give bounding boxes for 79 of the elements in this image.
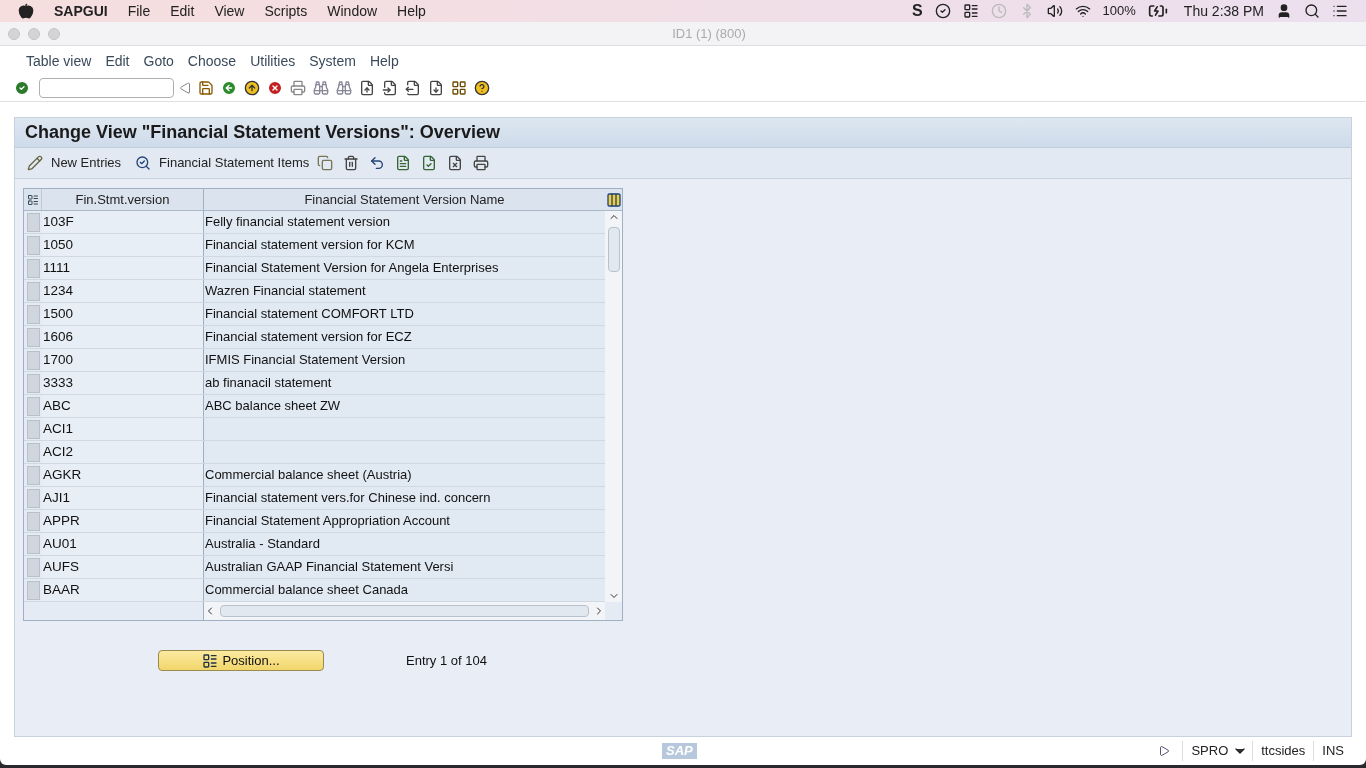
column-header[interactable]: Fin.Stmt.version [42,189,204,210]
table-cell-text: Commercial balance sheet (Austria) [205,466,412,485]
user-icon[interactable] [1276,3,1292,19]
horizontal-scrollbar[interactable] [204,602,605,620]
menu-item[interactable]: Table view [26,50,92,72]
table-cell-text: APPR [43,511,80,530]
financial-statement-items-button[interactable]: Financial Statement Items [135,153,310,173]
menu-item[interactable]: Help [369,50,399,72]
table-cell-text: Financial statement version for KCM [205,236,415,255]
menu-item[interactable]: File [127,0,151,22]
table-cell-text: Felly financial statement version [205,213,390,232]
app-name[interactable]: SAPGUI [54,0,108,22]
triangle-icon[interactable] [177,79,193,96]
apple-icon[interactable] [18,3,34,19]
table-cell-text: 103F [43,212,74,231]
check-icon[interactable] [934,3,951,19]
search-icon[interactable] [1304,3,1320,19]
new-entries-button[interactable]: New Entries [27,153,122,173]
table-cell-text: AGKR [43,465,82,484]
menu-item[interactable]: Window [327,0,378,22]
menu-item[interactable]: Scripts [264,0,308,22]
table-cell-text: Commercial balance sheet Canada [205,581,409,600]
wifi-icon[interactable] [1074,3,1091,19]
screen-title: Change View "Financial Statement Versions": Overview [25,121,500,144]
transaction-code: SPRO [1182,741,1229,761]
list-icon[interactable] [1332,3,1348,19]
table-cell-text: AJI1 [43,488,70,507]
list-icon [202,652,219,669]
table-cell-text: Financial statement vers.for Chinese ind. concern [205,489,491,508]
table-cell-text: BAAR [43,580,80,599]
table-cell-text: ABC [43,396,71,415]
volume-icon[interactable] [1046,3,1063,19]
status-expand-icon[interactable] [1158,745,1171,757]
column-settings-icon [605,191,622,208]
window-title: ID1 (1) (800) [672,24,746,43]
table-cell-text: Wazren Financial statement [205,282,366,301]
table-cell-text: AU01 [43,534,77,553]
scroll-thumb[interactable] [220,605,589,617]
table-cell-text: Financial Statement Appropriation Account [205,512,450,531]
scroll-thumb[interactable] [607,227,620,272]
menu-item[interactable]: Choose [187,50,237,72]
table-cell-text: ab finanacil statement [205,374,332,393]
table-cell-text: ABC balance sheet ZW [205,397,341,416]
table-cell-text: Australian GAAP Financial Statement Versi [205,558,454,577]
menu-bar-clock[interactable]: Thu 2:38 PM [1183,0,1264,22]
battery-percent: 100% [1102,2,1136,21]
menu-item[interactable]: System [309,50,356,72]
menu-item[interactable]: Goto [143,50,174,72]
table-cell-text: Australia - Standard [205,535,320,554]
server-name: ttcsides [1252,741,1314,761]
menu-item[interactable]: Utilities [250,50,296,72]
table-cell-text: 3333 [43,373,74,392]
insert-mode: INS [1313,741,1344,761]
table-cell-text: 1606 [43,327,74,346]
table-cell-text: Financial Statement Version for Angela Enterprises [205,259,499,278]
table-cell-text: Financial statement COMFORT LTD [205,305,414,324]
sap-logo: SAP [662,743,697,759]
menu-item[interactable]: Edit [105,50,130,72]
menu-item[interactable]: Edit [170,0,195,22]
table-cell-text: 1700 [43,350,74,369]
magnifier-icon [135,155,152,171]
table-cell-text: 1111 [43,258,71,277]
table-cell-text: 1234 [43,281,74,300]
table-cell-text: 1050 [43,235,74,254]
menu-item[interactable]: Help [397,0,426,22]
pencil-icon [27,155,43,171]
table-cell-text: 1500 [43,304,74,323]
table-cell-text: AUFS [43,557,79,576]
table-cell-text: IFMIS Financial Statement Version [205,351,406,370]
position-button[interactable]: Position... [158,650,324,671]
entry-count: Entry 1 of 104 [406,651,487,670]
table-cell-text: Financial statement version for ECZ [205,328,412,347]
s-icon[interactable]: S [911,0,923,23]
command-field[interactable] [39,77,174,98]
table-cell-text: ACI1 [43,419,73,438]
column-header[interactable]: Financial Statement Version Name [204,189,605,210]
table-cell-text: ACI2 [43,442,73,461]
menu-item[interactable]: View [214,0,245,22]
vertical-scrollbar[interactable] [605,211,622,602]
